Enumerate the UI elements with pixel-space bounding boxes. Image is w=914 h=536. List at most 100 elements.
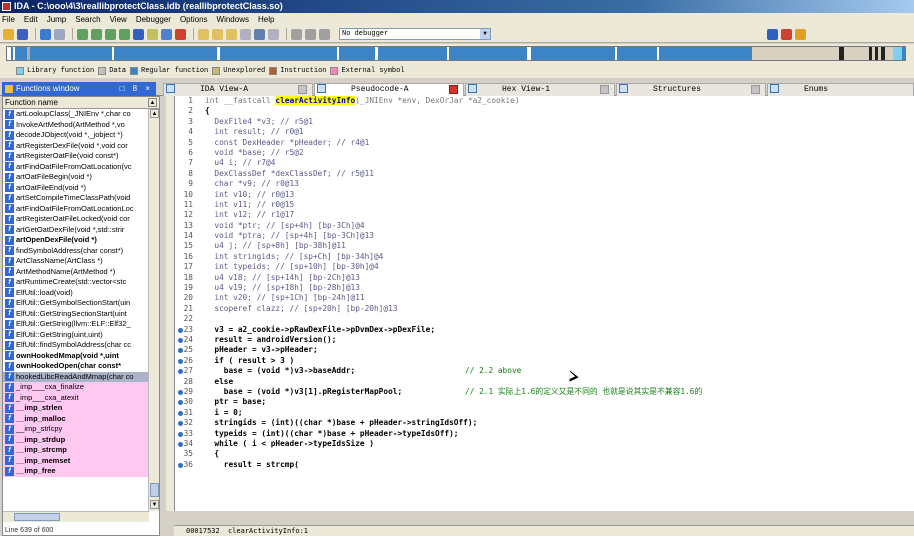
function-list-item[interactable]: f _imp___cxa_atexit <box>3 392 149 403</box>
function-list-item[interactable]: f __imp_strlen <box>3 403 149 414</box>
functions-vertical-scrollbar[interactable]: ▲ ▼ <box>148 109 159 511</box>
code-line[interactable]: 35 { <box>175 449 914 459</box>
code-line[interactable]: 7 u4 i; // r7@4 <box>175 158 914 168</box>
tab-hex-view[interactable]: Hex View-1 <box>465 83 615 96</box>
code-line[interactable]: 24 result = androidVersion(); <box>175 335 914 345</box>
function-list-item[interactable]: f artFindOatFileFromOatLocationLoc <box>3 204 149 215</box>
code-line[interactable]: 11 int v11; // r0@15 <box>175 200 914 210</box>
close-icon[interactable] <box>751 85 760 94</box>
function-list-item[interactable]: f ElfUtil::GetSymbolSectionStart(uin <box>3 298 149 309</box>
run-to-cursor-icon[interactable] <box>240 28 251 40</box>
code-line[interactable]: 36 result = strcmp( <box>175 460 914 470</box>
function-list-item[interactable]: f ElfUtil::GetString(llvm::ELF::Elf32_ <box>3 319 149 330</box>
play-icon[interactable] <box>291 28 302 40</box>
function-list-item[interactable]: f __imp_strdup <box>3 434 149 445</box>
menu-options[interactable]: Options <box>180 15 208 24</box>
step-into-icon[interactable] <box>212 28 223 40</box>
code-line[interactable]: 4 int result; // r0@1 <box>175 127 914 137</box>
code-line[interactable]: 33 typeids = (int)((char *)base + pHeade… <box>175 429 914 439</box>
code-line[interactable]: 29 base = (void *)v3[1].pRegisterMapPool… <box>175 387 914 397</box>
function-list-item[interactable]: f ElfUtil::GetString(uint,uint) <box>3 330 149 341</box>
stop-debug-icon[interactable] <box>319 28 330 40</box>
function-list-item[interactable]: f artOatFileBegin(void *) <box>3 172 149 183</box>
forward-arrow-icon[interactable] <box>54 28 65 40</box>
code-line[interactable]: 3 DexFile4 *v3; // r5@1 <box>175 117 914 127</box>
menu-jump[interactable]: Jump <box>47 15 67 24</box>
function-list-item[interactable]: f ownHookedMmap(void *,uint <box>3 351 149 362</box>
code-line[interactable]: 15 u4 j; // [sp+8h] [bp-38h]@11 <box>175 241 914 251</box>
function-list-item[interactable]: f artOpenDexFile(void *) <box>3 235 149 246</box>
scroll-down-arrow-icon[interactable]: ▼ <box>150 500 159 509</box>
menu-edit[interactable]: Edit <box>24 15 38 24</box>
code-line[interactable]: 8 DexClassDef *dexClassDef; // r5@11 <box>175 169 914 179</box>
close-icon[interactable] <box>449 85 458 94</box>
stop-icon[interactable] <box>175 28 186 40</box>
debugger-select[interactable]: No debugger ▼ <box>339 28 491 40</box>
chevron-down-icon[interactable]: ▼ <box>480 29 490 39</box>
code-line[interactable]: 1 int __fastcall clearActivityInfo(_JNIEn… <box>175 96 914 106</box>
function-list-item[interactable]: f artFindOatFileFromOatLocation(vc <box>3 162 149 173</box>
tab-structures[interactable]: Structures <box>616 83 766 96</box>
functions-window-controls[interactable]: □ 8 × <box>120 82 153 96</box>
menu-view[interactable]: View <box>110 15 127 24</box>
function-list-item[interactable]: f artRegisterOatFileLocked(void cor <box>3 214 149 225</box>
function-list-item[interactable]: f _imp___cxa_finalize <box>3 382 149 393</box>
menu-help[interactable]: Help <box>258 15 274 24</box>
back-arrow-icon[interactable] <box>40 28 51 40</box>
pause-icon[interactable] <box>305 28 316 40</box>
save-icon[interactable] <box>17 28 28 40</box>
code-line[interactable]: 31 i = 0; <box>175 408 914 418</box>
scrollbar-thumb[interactable] <box>14 513 60 521</box>
binary-icon[interactable] <box>105 28 116 40</box>
function-list-item[interactable]: f artGetOatDexFile(void *,std::strir <box>3 225 149 236</box>
code-line[interactable]: 19 u4 v19; // [sp+18h] [bp-28h]@13 <box>175 283 914 293</box>
code-line[interactable]: 17 int typeids; // [sp+10h] [bp-30h]@4 <box>175 262 914 272</box>
function-list-item[interactable]: f artRegisterOatFile(void const*) <box>3 151 149 162</box>
code-line[interactable]: 12 int v12; // r1@17 <box>175 210 914 220</box>
tab-ida-view[interactable]: IDA View-A <box>163 83 313 96</box>
code-line[interactable]: 34 while ( i < pHeader->typeIdsSize ) <box>175 439 914 449</box>
scrollbar-thumb[interactable] <box>150 483 159 497</box>
menu-windows[interactable]: Windows <box>217 15 249 24</box>
close-icon[interactable] <box>298 85 307 94</box>
attach-icon[interactable] <box>753 29 764 40</box>
code-line[interactable]: 28 else <box>175 377 914 387</box>
function-list-item[interactable]: f decodeJObject(void *,_jobject *) <box>3 130 149 141</box>
scroll-up-arrow-icon[interactable]: ▲ <box>150 109 159 118</box>
navigation-bar[interactable] <box>6 46 906 61</box>
menu-file[interactable]: File <box>2 15 15 24</box>
open-folder-icon[interactable] <box>3 28 14 40</box>
function-list-item[interactable]: f artRuntimeCreate(std::vector<stc <box>3 277 149 288</box>
function-list-item[interactable]: f artLookupClass(_JNIEnv *,char co <box>3 109 149 120</box>
functions-horizontal-scrollbar[interactable] <box>3 511 149 522</box>
functions-column-header[interactable]: Function name ▲ <box>3 97 159 109</box>
code-line[interactable]: 21 scoperef clazz; // [sp+20h] [bp-20h]@… <box>175 304 914 314</box>
clipboard-icon[interactable] <box>119 28 130 40</box>
calculator-icon[interactable] <box>268 28 279 40</box>
copy-icon[interactable] <box>77 28 88 40</box>
breakpoint-icon[interactable] <box>147 28 158 40</box>
function-list-item[interactable]: f ArtMethodName(ArtMethod *) <box>3 267 149 278</box>
function-list-item[interactable]: f ElfUtil::findSymbolAddress(char cc <box>3 340 149 351</box>
function-list-item[interactable]: f hookedLibcReadAndMmap(char co <box>3 371 149 382</box>
code-line[interactable]: 23 v3 = a2_cookie->pRawDexFile->pDvmDex-… <box>175 325 914 335</box>
function-list-item[interactable]: f findSymbolAddress(char const*) <box>3 246 149 257</box>
terminate-icon[interactable] <box>781 28 792 40</box>
function-list-item[interactable]: f artOatFileEnd(void *) <box>3 183 149 194</box>
code-line[interactable]: 2{ <box>175 106 914 116</box>
function-list-item[interactable]: f ElfUtil::GetStringSectionStart(uint <box>3 309 149 320</box>
code-line[interactable]: 32 stringids = (int)((char *)base + pHea… <box>175 418 914 428</box>
paste-icon[interactable] <box>91 28 102 40</box>
jump-up-icon[interactable] <box>133 28 144 40</box>
code-line[interactable]: 13 void *ptr; // [sp+4h] [bp-3Ch]@4 <box>175 221 914 231</box>
code-line[interactable]: 22 <box>175 314 914 324</box>
code-line[interactable]: 5 const DexHeader *pHeader; // r4@1 <box>175 138 914 148</box>
function-list-item[interactable]: f __imp_strcmp <box>3 445 149 456</box>
menu-search[interactable]: Search <box>75 15 100 24</box>
code-line[interactable]: 14 void *ptra; // [sp+4h] [bp-3Ch]@13 <box>175 231 914 241</box>
function-list-item[interactable]: f InvokeArtMethod(ArtMethod *,vo <box>3 120 149 131</box>
code-line[interactable]: 20 int v20; // [sp+1Ch] [bp-24h]@11 <box>175 293 914 303</box>
chevron-up-icon[interactable]: ▲ <box>148 98 157 107</box>
highlighted-function-name[interactable]: clearActivityInfo <box>275 96 356 105</box>
code-line[interactable]: 9 char *v9; // r0@13 <box>175 179 914 189</box>
